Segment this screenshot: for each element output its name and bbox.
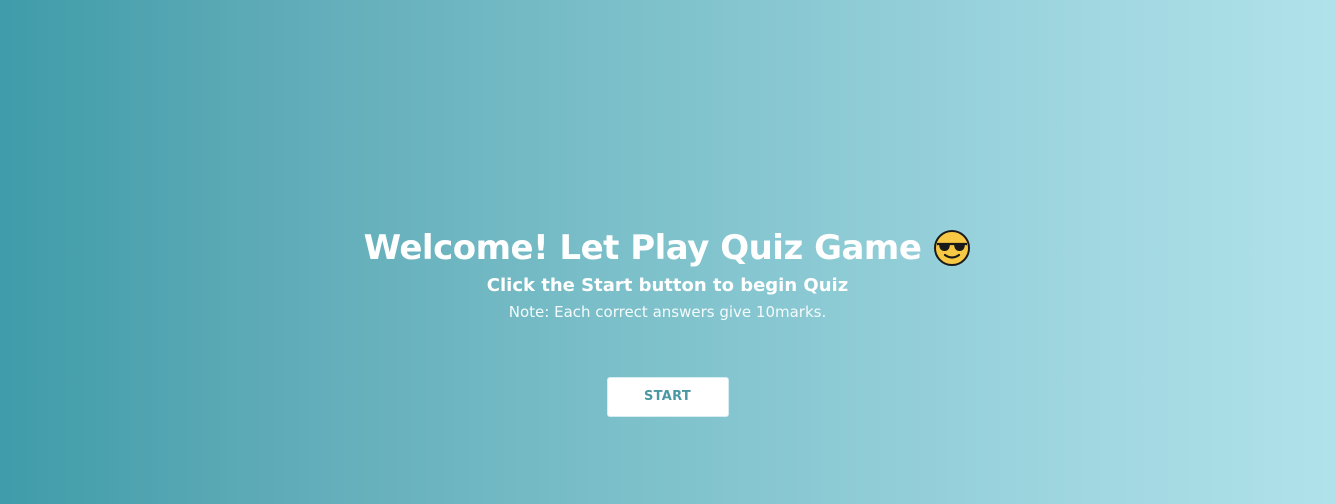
title-row: Welcome! Let Play Quiz Game bbox=[364, 226, 972, 270]
quiz-start-screen: Welcome! Let Play Quiz Game Click the St… bbox=[0, 0, 1335, 504]
welcome-panel: Welcome! Let Play Quiz Game Click the St… bbox=[0, 226, 1335, 322]
start-button-container: START bbox=[0, 377, 1335, 417]
instruction-text: Click the Start button to begin Quiz bbox=[486, 275, 849, 296]
smiling-face-with-sunglasses-icon bbox=[933, 229, 971, 267]
scoring-note: Note: Each correct answers give 10marks. bbox=[508, 303, 827, 321]
page-title: Welcome! Let Play Quiz Game bbox=[363, 228, 922, 268]
start-button[interactable]: START bbox=[606, 377, 729, 417]
